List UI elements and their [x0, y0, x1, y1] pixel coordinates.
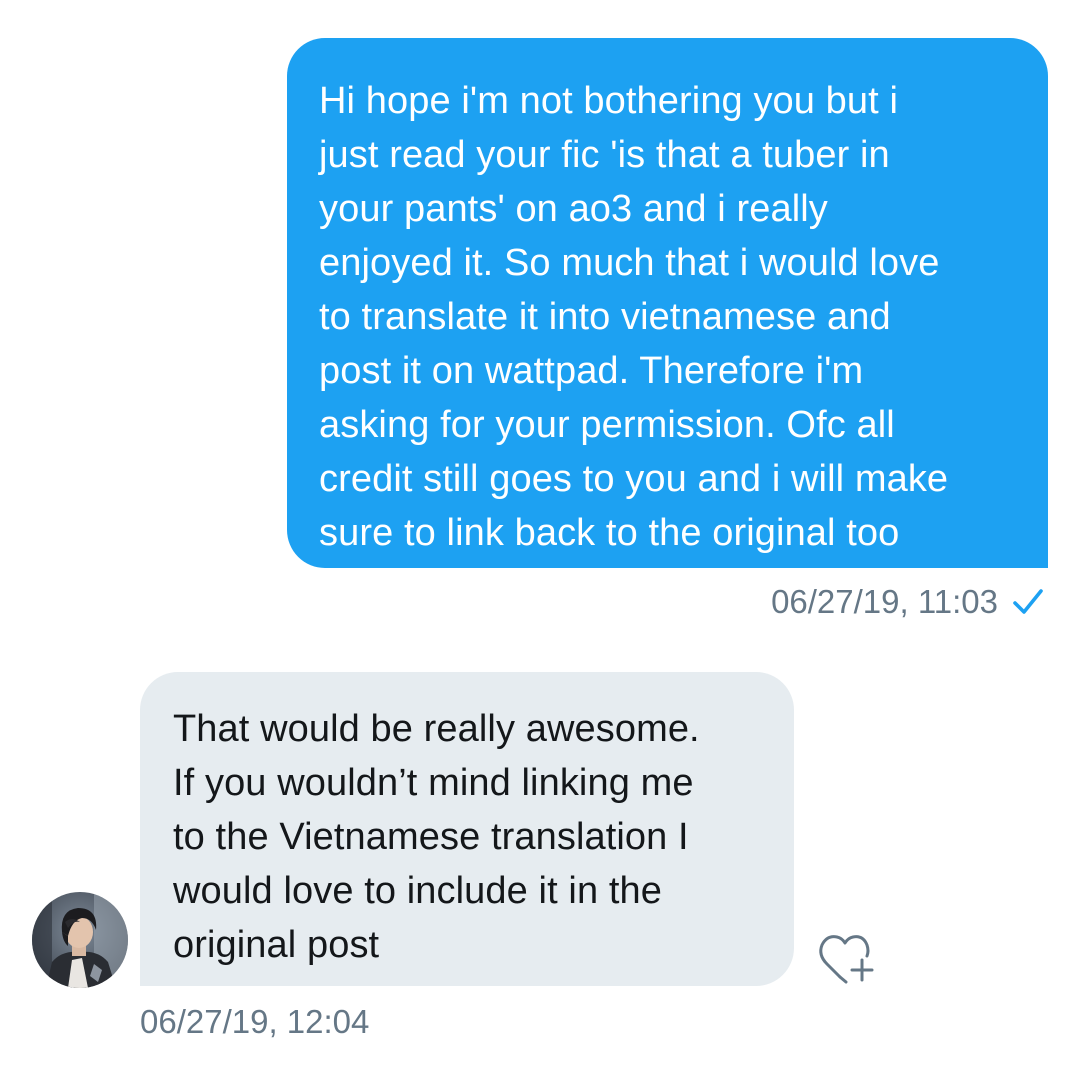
outgoing-message-bubble[interactable]: Hi hope i'm not bothering you but i just…: [287, 38, 1048, 568]
outgoing-message-meta: 06/27/19, 11:03: [771, 582, 1044, 622]
avatar[interactable]: [32, 892, 128, 988]
like-message-button[interactable]: [816, 930, 880, 986]
heart-plus-icon: [819, 935, 874, 984]
outgoing-timestamp: 06/27/19, 11:03: [771, 583, 998, 620]
incoming-message-bubble[interactable]: That would be really awesome. If you wou…: [140, 672, 794, 986]
avatar-image: [32, 892, 128, 988]
incoming-timestamp: 06/27/19, 12:04: [140, 1003, 370, 1040]
check-icon: [1013, 589, 1043, 614]
